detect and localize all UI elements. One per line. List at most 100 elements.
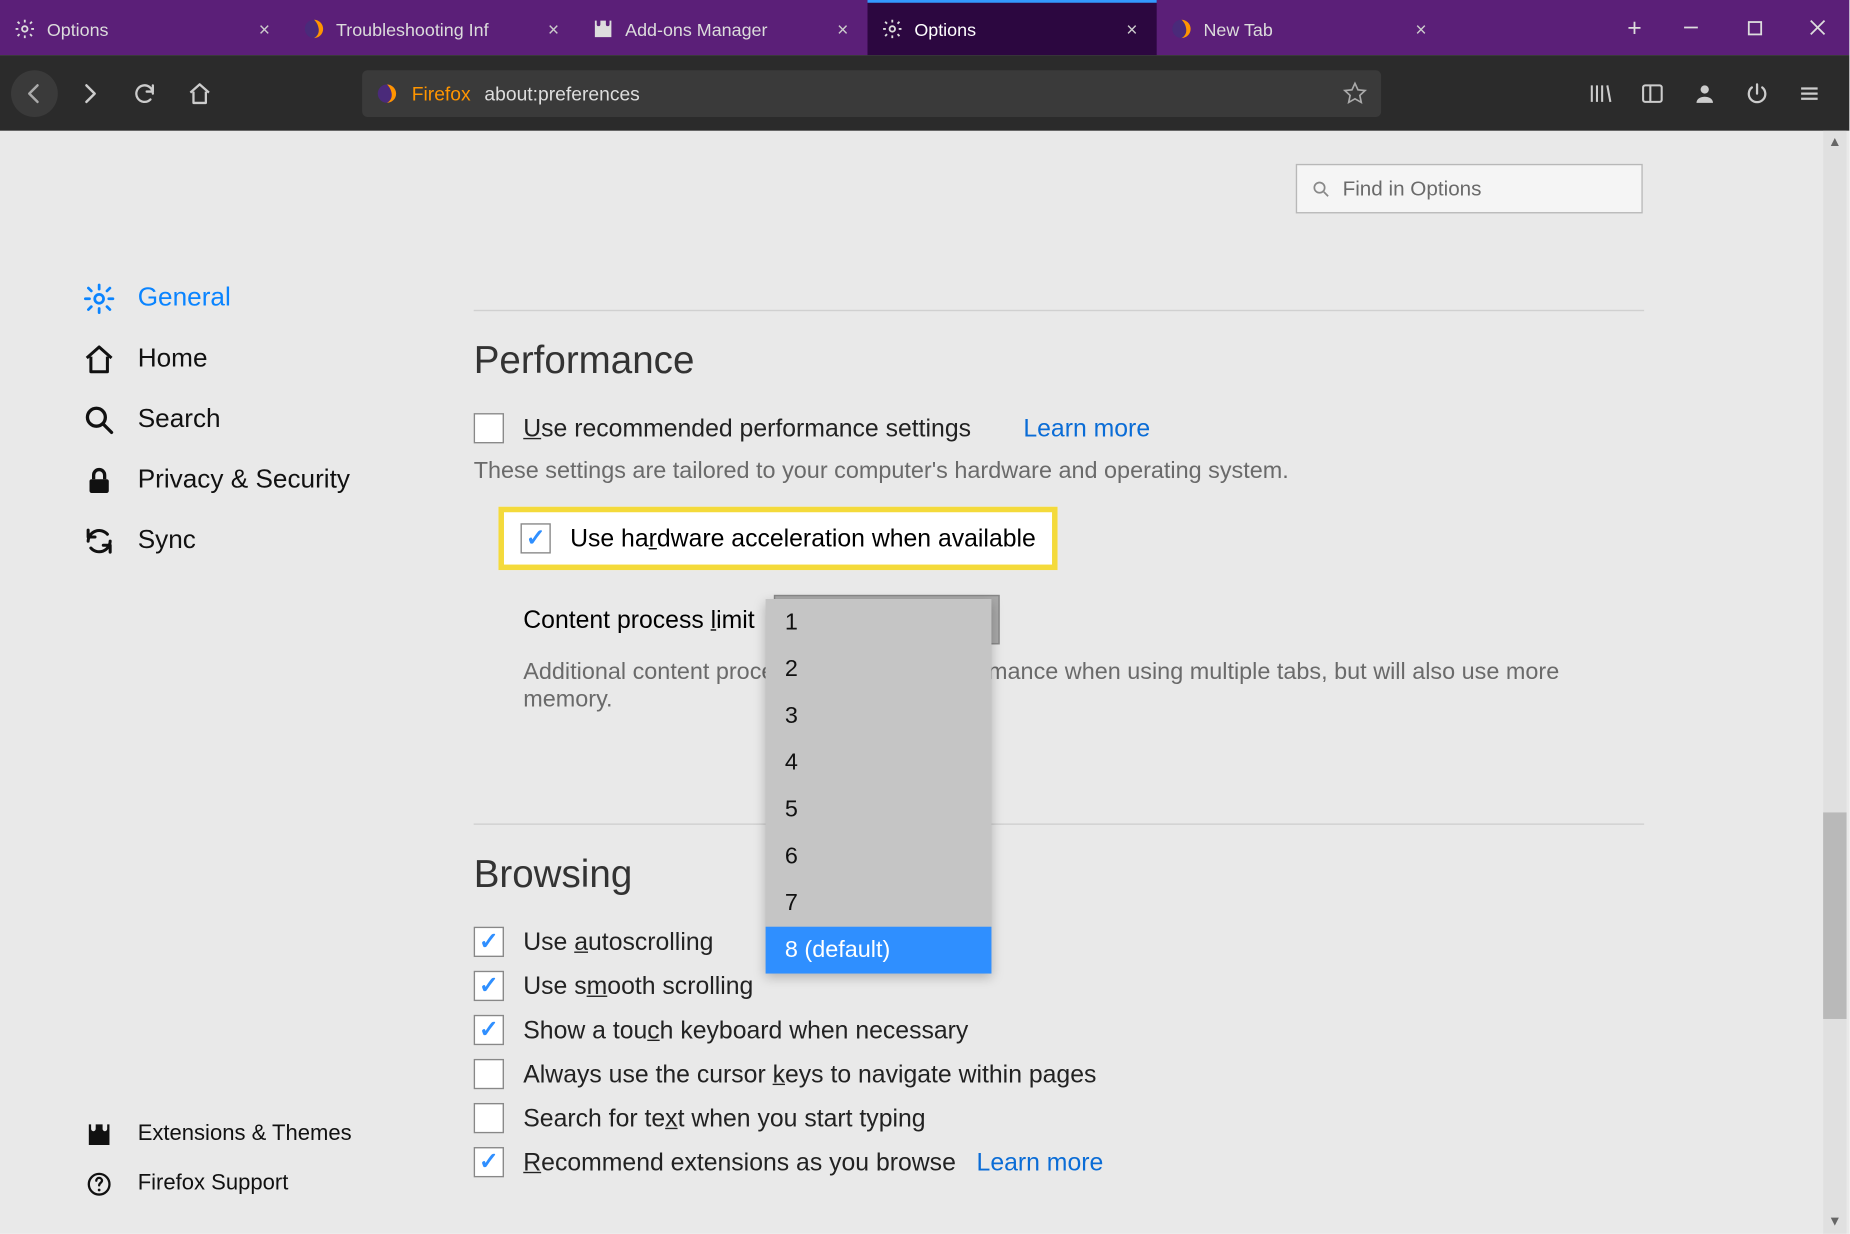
window-controls	[1659, 0, 1849, 55]
tab-troubleshooting-inf[interactable]: Troubleshooting Inf ×	[289, 0, 578, 55]
preferences-content: General Home Search Privacy & Security S…	[0, 131, 1849, 1234]
sidebar-item-label: Privacy & Security	[138, 465, 350, 495]
sidebar-item-sync[interactable]: Sync	[0, 511, 454, 572]
browsing-checkbox-row[interactable]: Always use the cursor keys to navigate w…	[474, 1059, 1644, 1089]
checkbox-icon[interactable]	[474, 1059, 504, 1089]
checkbox-label: Recommend extensions as you browse Learn…	[523, 1148, 1103, 1177]
checkbox-label: Show a touch keyboard when necessary	[523, 1016, 968, 1045]
main-pane: Find in Options Performance Use recommen…	[454, 131, 1849, 1234]
content-process-limit-row: Content process limit 8 (default) ⌄	[523, 595, 1644, 645]
browsing-checkbox-row[interactable]: Use smooth scrolling	[474, 971, 1644, 1001]
checkbox-label: Use autoscrolling	[523, 927, 713, 956]
close-tab-icon[interactable]: ×	[1121, 18, 1143, 40]
library-button[interactable]	[1577, 70, 1624, 117]
puzzle-icon	[83, 1118, 116, 1151]
sidebar-item-privacy[interactable]: Privacy & Security	[0, 450, 454, 511]
checkbox-label: Use hardware acceleration when available	[570, 524, 1036, 553]
sidebar-item-extensions[interactable]: Extensions & Themes	[0, 1110, 352, 1160]
gear-icon	[881, 18, 903, 40]
categories-sidebar: General Home Search Privacy & Security S…	[0, 131, 454, 1234]
checkbox-icon[interactable]	[521, 523, 551, 553]
ff-icon	[303, 18, 325, 40]
gear-icon	[14, 18, 36, 40]
dropdown-option[interactable]: 2	[766, 646, 992, 693]
url-text: about:preferences	[484, 82, 1328, 104]
close-window-button[interactable]	[1786, 0, 1849, 55]
recommended-settings-row[interactable]: Use recommended performance settings Lea…	[474, 413, 1644, 443]
dropdown-option[interactable]: 3	[766, 693, 992, 740]
checkbox-icon[interactable]	[474, 927, 504, 957]
dropdown-option[interactable]: 6	[766, 833, 992, 880]
search-placeholder: Find in Options	[1343, 177, 1482, 200]
tab-options[interactable]: Options ×	[868, 0, 1157, 55]
hamburger-menu-button[interactable]	[1786, 70, 1833, 117]
sidebar-item-label: Extensions & Themes	[138, 1122, 352, 1147]
lock-icon	[83, 464, 116, 497]
sidebar-item-label: Search	[138, 405, 221, 435]
dropdown-option[interactable]: 7	[766, 880, 992, 927]
home-button[interactable]	[176, 70, 223, 117]
bookmark-star-icon[interactable]	[1343, 81, 1368, 106]
content-process-limit-dropdown[interactable]: 12345678 (default)	[766, 599, 992, 974]
browsing-checkbox-row[interactable]: Recommend extensions as you browse Learn…	[474, 1147, 1644, 1177]
browsing-checkbox-row[interactable]: Use autoscrolling	[474, 927, 1644, 957]
dropdown-option[interactable]: 4	[766, 739, 992, 786]
close-tab-icon[interactable]: ×	[1410, 18, 1432, 40]
browsing-checkbox-row[interactable]: Show a touch keyboard when necessary	[474, 1015, 1644, 1045]
url-bar[interactable]: Firefox about:preferences	[362, 70, 1381, 117]
sidebar-item-general[interactable]: General	[0, 269, 454, 330]
sidebar-item-home[interactable]: Home	[0, 329, 454, 390]
checkbox-label: Use recommended performance settings	[523, 414, 971, 443]
sync-icon	[83, 525, 116, 558]
nav-toolbar: Firefox about:preferences	[0, 55, 1849, 131]
find-in-options-input[interactable]: Find in Options	[1296, 164, 1643, 214]
hw-accel-row[interactable]: Use hardware acceleration when available	[498, 507, 1057, 570]
checkbox-label: Use smooth scrolling	[523, 971, 753, 1000]
maximize-button[interactable]	[1723, 0, 1786, 55]
sidebar-toggle-button[interactable]	[1629, 70, 1676, 117]
checkbox-icon[interactable]	[474, 1147, 504, 1177]
helptext: These settings are tailored to your comp…	[474, 457, 1644, 485]
ff-icon	[1170, 18, 1192, 40]
tab-label: Options	[914, 19, 1110, 40]
select-label: Content process limit	[523, 605, 754, 634]
checkbox-icon[interactable]	[474, 971, 504, 1001]
sidebar-item-search[interactable]: Search	[0, 390, 454, 451]
checkbox-icon[interactable]	[474, 413, 504, 443]
close-tab-icon[interactable]: ×	[253, 18, 275, 40]
sidebar-item-label: Firefox Support	[138, 1172, 289, 1197]
account-button[interactable]	[1681, 70, 1728, 117]
learn-more-link[interactable]: Learn more	[1023, 414, 1150, 443]
search-icon	[1311, 178, 1332, 199]
checkbox-icon[interactable]	[474, 1015, 504, 1045]
checkbox-label: Search for text when you start typing	[523, 1104, 925, 1133]
forward-button[interactable]	[66, 70, 113, 117]
scroll-down-icon[interactable]: ▼	[1823, 1210, 1846, 1233]
dropdown-option[interactable]: 5	[766, 786, 992, 833]
new-tab-button[interactable]: +	[1610, 0, 1660, 55]
power-button[interactable]	[1734, 70, 1781, 117]
checkbox-label: Always use the cursor keys to navigate w…	[523, 1060, 1096, 1089]
tab-options[interactable]: Options×	[0, 0, 289, 55]
tab-add-ons-manager[interactable]: Add-ons Manager×	[578, 0, 867, 55]
scroll-up-icon[interactable]: ▲	[1823, 131, 1846, 154]
checkbox-icon[interactable]	[474, 1103, 504, 1133]
tab-new-tab[interactable]: New Tab ×	[1157, 0, 1446, 55]
browsing-checkbox-row[interactable]: Search for text when you start typing	[474, 1103, 1644, 1133]
scrollbar-track[interactable]	[1823, 131, 1846, 1234]
minimize-button[interactable]	[1659, 0, 1722, 55]
tabstrip: Options×Troubleshooting Inf×Add-ons Mana…	[0, 0, 1610, 55]
close-tab-icon[interactable]: ×	[832, 18, 854, 40]
close-tab-icon[interactable]: ×	[543, 18, 565, 40]
back-button[interactable]	[11, 70, 58, 117]
dropdown-option[interactable]: 8 (default)	[766, 927, 992, 974]
tab-label: New Tab	[1203, 19, 1399, 40]
dropdown-option[interactable]: 1	[766, 599, 992, 646]
scrollbar-thumb[interactable]	[1823, 812, 1846, 1019]
tab-label: Troubleshooting Inf	[336, 19, 532, 40]
section-heading: Browsing	[474, 852, 1644, 896]
learn-more-link[interactable]: Learn more	[977, 1148, 1104, 1176]
reload-button[interactable]	[121, 70, 168, 117]
section-heading: Performance	[474, 339, 1644, 383]
sidebar-item-support[interactable]: Firefox Support	[0, 1159, 352, 1209]
